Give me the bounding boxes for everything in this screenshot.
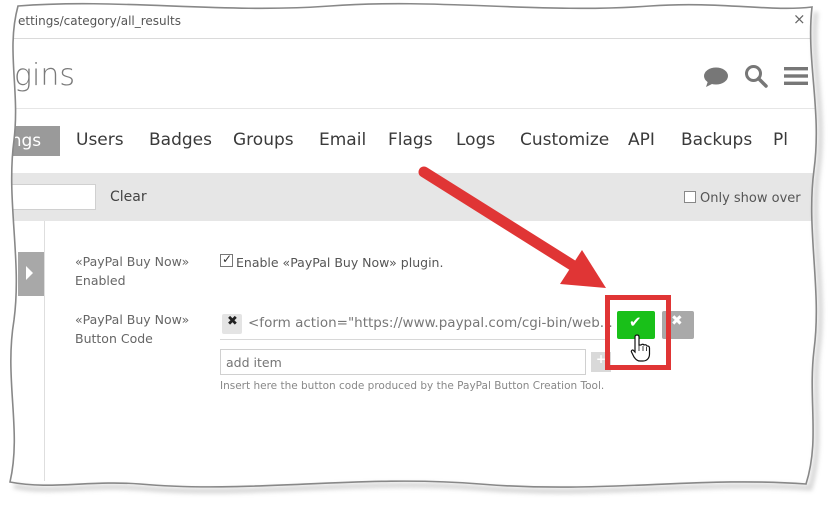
browser-close-icon[interactable]: ×: [793, 10, 806, 28]
nav-tab-api[interactable]: API: [628, 130, 655, 150]
nav-tab-email[interactable]: Email: [319, 130, 366, 150]
only-show-overridden-label: Only show over: [700, 191, 801, 206]
button-code-label-line2: Button Code: [75, 331, 153, 346]
enabled-setting-label-line2: Enabled: [75, 273, 126, 288]
nav-tab-users[interactable]: Users: [76, 130, 124, 150]
hamburger-menu-icon[interactable]: [784, 66, 808, 86]
filter-input[interactable]: [0, 184, 96, 210]
button-code-help-text: Insert here the button code produced by …: [220, 380, 605, 392]
nav-tab-groups[interactable]: Groups: [233, 130, 294, 150]
nav-tab-backups[interactable]: Backups: [681, 130, 752, 150]
nav-tab-badges[interactable]: Badges: [149, 130, 212, 150]
enabled-setting-label-line1: «PayPal Buy Now»: [75, 254, 190, 269]
browser-url[interactable]: ettings/category/all_results: [18, 14, 181, 28]
page-title: gins: [14, 58, 75, 93]
only-show-overridden-checkbox[interactable]: [684, 191, 696, 203]
nav-tab-settings-label[interactable]: ings: [6, 131, 41, 151]
button-code-value[interactable]: <form action="https://www.paypal.com/cgi…: [248, 315, 613, 331]
screenshot-stage: ettings/category/all_results × gins ings…: [0, 0, 835, 517]
hand-pointer-icon: [630, 334, 651, 362]
clear-button[interactable]: Clear: [110, 189, 147, 205]
nav-tab-customize[interactable]: Customize: [520, 130, 609, 150]
nav-tab-flags[interactable]: Flags: [388, 130, 433, 150]
chevron-right-icon: [26, 266, 33, 280]
cancel-x-icon: ✖: [671, 313, 683, 329]
chat-bubble-icon[interactable]: [703, 66, 729, 88]
sidebar-divider: [44, 221, 45, 481]
nav-tab-plugins[interactable]: Pl: [773, 130, 788, 150]
checkmark-icon: ✓: [222, 252, 233, 266]
search-icon[interactable]: [744, 64, 768, 88]
annotation-arrow-icon: [418, 166, 606, 288]
remove-x-icon: ✖: [227, 314, 238, 329]
add-item-input[interactable]: [220, 349, 586, 375]
button-code-label-line1: «PayPal Buy Now»: [75, 312, 190, 327]
nav-tab-logs[interactable]: Logs: [456, 130, 495, 150]
